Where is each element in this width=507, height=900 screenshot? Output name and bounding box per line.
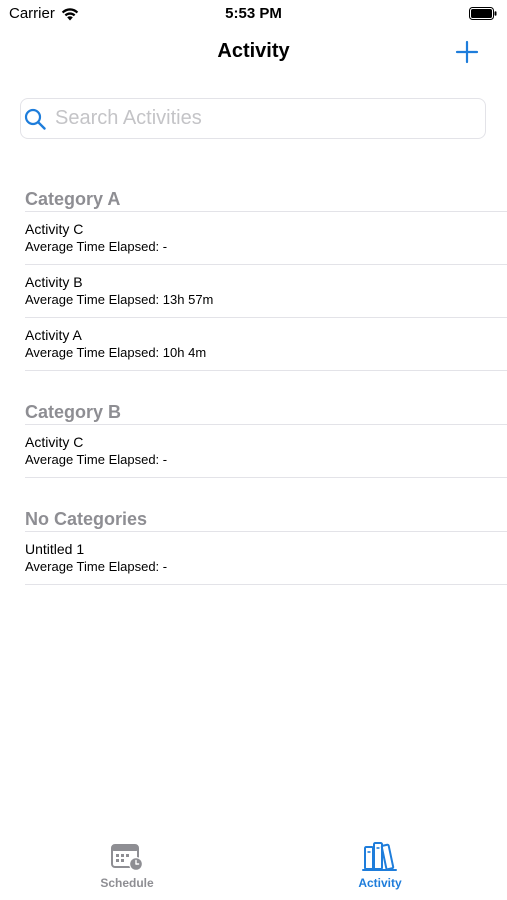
plus-icon <box>455 40 479 64</box>
activity-title: Activity B <box>25 274 83 290</box>
activity-average-time: Average Time Elapsed: 13h 57m <box>25 292 214 307</box>
battery-icon <box>469 7 497 20</box>
list-item[interactable]: Activity A Average Time Elapsed: 10h 4m <box>25 318 507 371</box>
activity-title: Untitled 1 <box>25 541 85 557</box>
tab-bar: Schedule Activity <box>0 830 507 900</box>
activity-average-time: Average Time Elapsed: - <box>25 239 168 254</box>
activity-title: Activity C <box>25 434 84 450</box>
calendar-clock-icon <box>111 844 143 871</box>
search-icon <box>24 108 46 130</box>
list-item[interactable]: Activity C Average Time Elapsed: - <box>25 212 507 265</box>
activity-average-time: Average Time Elapsed: - <box>25 452 168 467</box>
section-header: Category B <box>25 391 507 425</box>
status-time: 5:53 PM <box>225 5 282 22</box>
section-header: No Categories <box>25 498 507 532</box>
add-activity-button[interactable] <box>451 36 483 68</box>
list-item[interactable]: Activity B Average Time Elapsed: 13h 57m <box>25 265 507 318</box>
activity-average-time: Average Time Elapsed: 10h 4m <box>25 345 207 360</box>
tab-label: Activity <box>358 876 402 890</box>
activity-average-time: Average Time Elapsed: - <box>25 559 168 574</box>
activity-title: Activity A <box>25 327 82 343</box>
activity-list: Category A Activity C Average Time Elaps… <box>0 178 507 605</box>
activity-title: Activity C <box>25 221 84 237</box>
search-input[interactable] <box>55 107 455 130</box>
status-bar: Carrier 5:53 PM <box>0 0 507 28</box>
page-title: Activity <box>217 40 290 62</box>
section-category-b: Category B Activity C Average Time Elaps… <box>0 391 507 478</box>
books-icon <box>362 842 397 871</box>
section-header: Category A <box>25 178 507 212</box>
section-category-a: Category A Activity C Average Time Elaps… <box>0 178 507 371</box>
list-item[interactable]: Untitled 1 Average Time Elapsed: - <box>25 532 507 585</box>
search-bar[interactable] <box>20 98 486 139</box>
tab-schedule[interactable]: Schedule <box>67 842 187 890</box>
section-no-categories: No Categories Untitled 1 Average Time El… <box>0 498 507 585</box>
tab-activity[interactable]: Activity <box>320 842 440 890</box>
tab-label: Schedule <box>100 876 154 890</box>
app-screen: Carrier 5:53 PM Activity Search Activiti… <box>0 0 507 900</box>
list-item[interactable]: Activity C Average Time Elapsed: - <box>25 425 507 478</box>
